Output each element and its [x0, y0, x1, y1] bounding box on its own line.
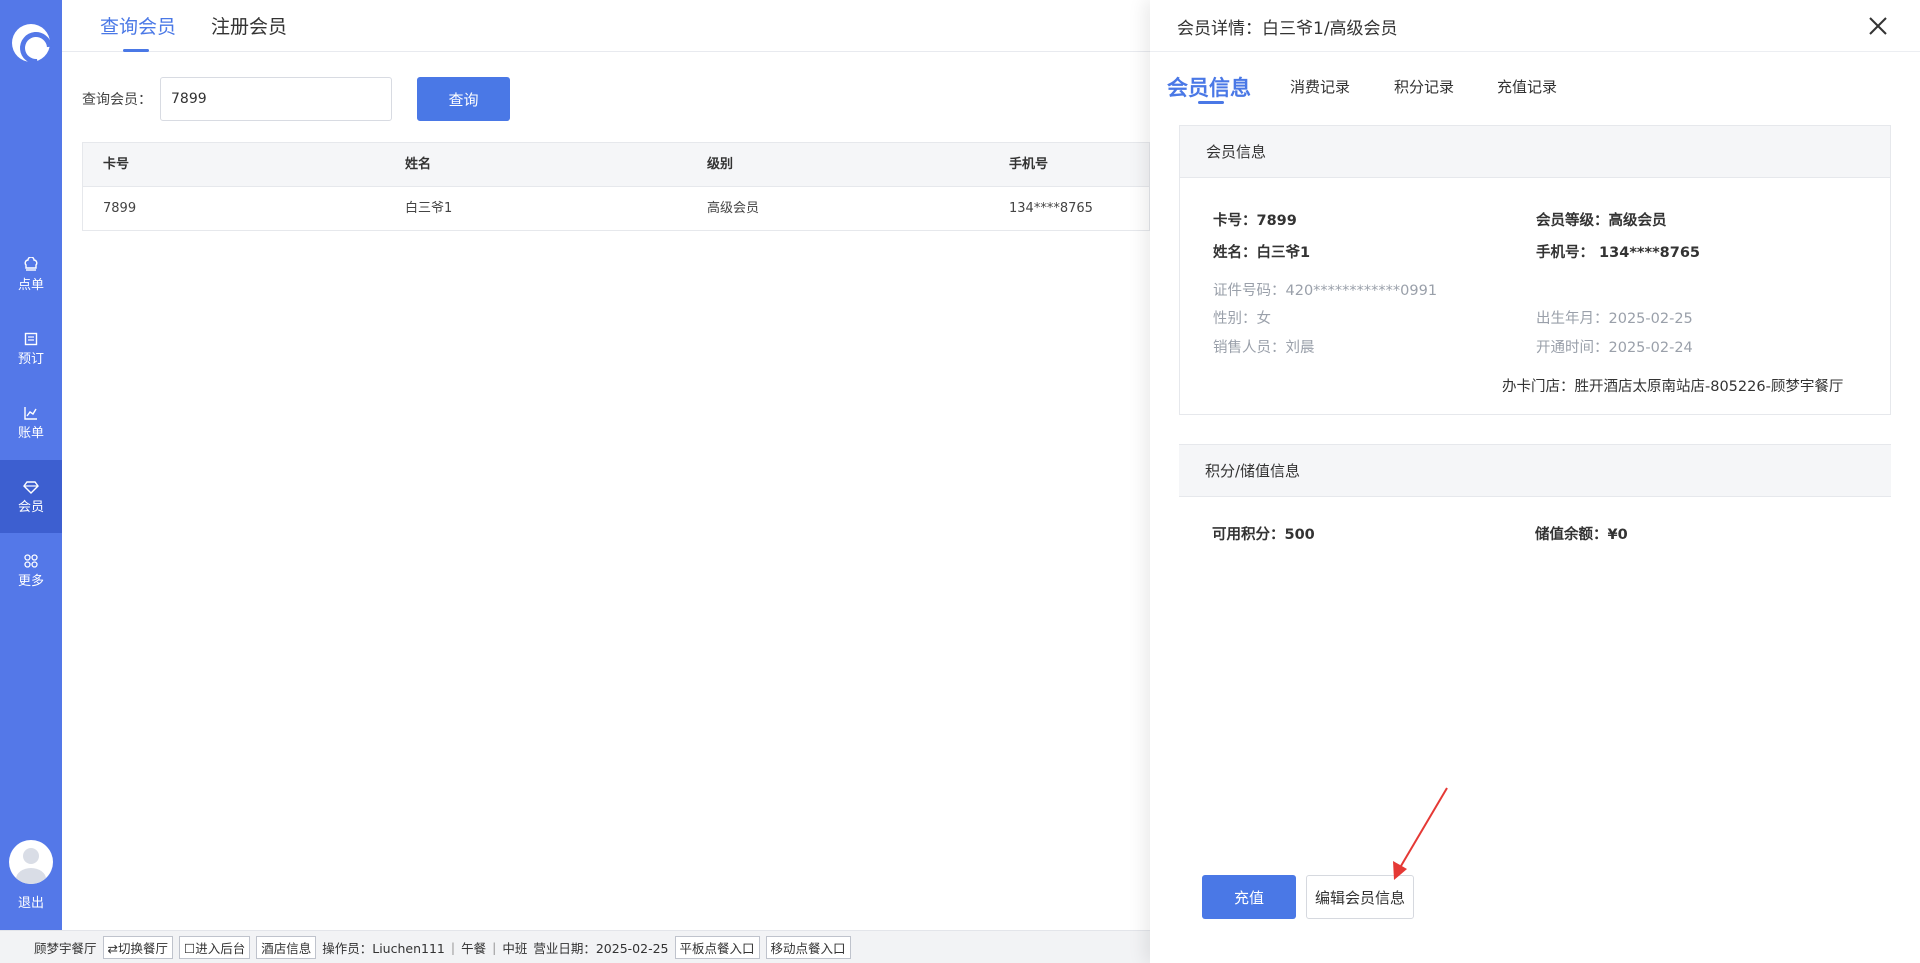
drawer-header: 会员详情：白三爷1/高级会员: [1150, 0, 1920, 52]
tab-member-info[interactable]: 会员信息: [1167, 72, 1251, 102]
diamond-icon: [22, 478, 40, 496]
mobile-order-entry-button[interactable]: 移动点餐入口: [765, 935, 851, 959]
field-birth-date: 出生年月：2025-02-25: [1536, 311, 1693, 327]
sidebar-item-label: 点单: [17, 277, 44, 293]
points-balance-card: 积分/储值信息 可用积分：500 储值余额：¥0: [1179, 444, 1891, 564]
cell-card-no: 7899: [103, 201, 137, 216]
card-title: 积分/储值信息: [1179, 445, 1891, 497]
member-detail-drawer: 会员详情：白三爷1/高级会员 会员信息 消费记录 积分记录 充值记录 会员信息 …: [1150, 0, 1920, 963]
chart-icon: [22, 404, 40, 422]
search-button[interactable]: 查询: [417, 77, 510, 121]
red-arrow-annotation: [1393, 787, 1448, 880]
field-gender: 性别：女: [1213, 311, 1271, 327]
status-meal: 午餐: [461, 940, 487, 956]
hotel-info-button[interactable]: 酒店信息: [256, 935, 317, 959]
member-table: 卡号 姓名 级别 手机号 7899 白三爷1 高级会员 134****8765: [82, 142, 1150, 231]
column-header-phone: 手机号: [1009, 157, 1049, 172]
tab-active-indicator: [1198, 101, 1224, 104]
cell-level: 高级会员: [707, 201, 760, 216]
main-tabs: 查询会员 注册会员: [62, 0, 1150, 52]
avatar[interactable]: [9, 840, 53, 884]
logout-button[interactable]: 退出: [0, 892, 62, 911]
field-open-time: 开通时间：2025-02-24: [1536, 340, 1693, 356]
grid-icon: [22, 552, 40, 570]
tab-query-member[interactable]: 查询会员: [100, 12, 176, 39]
sidebar-item-order[interactable]: 点单: [0, 238, 62, 311]
column-header-level: 级别: [707, 157, 734, 172]
status-operator: 操作员：Liuchen111: [322, 940, 445, 956]
field-name: 姓名：白三爷1: [1213, 245, 1311, 261]
status-bar: 顾梦宇餐厅 ⇄切换餐厅 ☐进入后台 酒店信息 操作员：Liuchen111 | …: [0, 930, 1150, 963]
switch-restaurant-button[interactable]: ⇄切换餐厅: [102, 935, 173, 959]
table-header: 卡号 姓名 级别 手机号: [83, 143, 1149, 187]
sidebar-item-more[interactable]: 更多: [0, 534, 62, 607]
sidebar: 点单 预订 账单 会员 更多 退出: [0, 0, 62, 930]
sidebar-item-bill[interactable]: 账单: [0, 386, 62, 459]
table-row[interactable]: 7899 白三爷1 高级会员 134****8765: [83, 187, 1149, 230]
field-card-no: 卡号：7899: [1213, 213, 1297, 229]
status-divider: |: [450, 939, 456, 955]
enter-backend-button[interactable]: ☐进入后台: [179, 935, 251, 959]
search-input[interactable]: [160, 77, 392, 121]
sidebar-item-label: 账单: [17, 425, 44, 441]
main-panel: 查询会员 注册会员 查询会员： 查询 卡号 姓名 级别 手机号 7899 白三爷…: [62, 0, 1150, 930]
tab-register-member[interactable]: 注册会员: [211, 12, 287, 39]
sidebar-item-label: 预订: [17, 351, 44, 367]
member-info-card: 会员信息 卡号：7899 会员等级：高级会员 姓名：白三爷1 手机号： 134*…: [1179, 125, 1891, 415]
search-label: 查询会员：: [82, 92, 152, 108]
card-title: 会员信息: [1180, 126, 1890, 178]
recharge-button[interactable]: 充值: [1202, 875, 1296, 919]
logo-icon[interactable]: [12, 24, 50, 62]
status-restaurant: 顾梦宇餐厅: [34, 940, 97, 956]
field-id-number: 证件号码：420************0991: [1213, 283, 1438, 299]
sidebar-item-label: 更多: [17, 573, 44, 589]
status-shift: 中班: [502, 940, 528, 956]
tab-active-indicator: [123, 49, 149, 52]
chef-hat-icon: [22, 256, 40, 274]
field-phone: 手机号： 134****8765: [1536, 245, 1701, 261]
status-business-date: 营业日期：2025-02-25: [533, 940, 669, 956]
sidebar-item-label: 会员: [17, 499, 44, 515]
column-header-name: 姓名: [405, 157, 432, 172]
field-member-level: 会员等级：高级会员: [1536, 213, 1667, 229]
field-available-points: 可用积分：500: [1212, 527, 1315, 543]
status-divider: |: [492, 939, 497, 955]
reservation-icon: [22, 330, 40, 348]
cell-name: 白三爷1: [405, 201, 453, 216]
tab-points-records[interactable]: 积分记录: [1394, 76, 1454, 97]
tablet-order-entry-button[interactable]: 平板点餐入口: [674, 935, 760, 959]
sidebar-item-member[interactable]: 会员: [0, 460, 62, 533]
field-stored-balance: 储值余额：¥0: [1535, 527, 1628, 543]
field-salesperson: 销售人员：刘晨: [1213, 340, 1315, 356]
sidebar-item-reservation[interactable]: 预订: [0, 312, 62, 385]
column-header-card-no: 卡号: [103, 157, 130, 172]
close-icon[interactable]: [1864, 12, 1892, 40]
field-issuing-store: 办卡门店：胜开酒店太原南站店-805226-顾梦宇餐厅: [1502, 379, 1844, 395]
drawer-title: 会员详情：白三爷1/高级会员: [1177, 19, 1398, 39]
tab-consumption-records[interactable]: 消费记录: [1290, 76, 1350, 97]
tab-recharge-records[interactable]: 充值记录: [1497, 76, 1557, 97]
cell-phone: 134****8765: [1009, 201, 1093, 216]
